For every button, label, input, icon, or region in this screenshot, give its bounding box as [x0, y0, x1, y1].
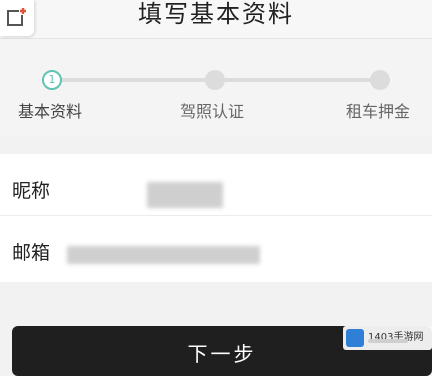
- watermark-subtext: [368, 339, 408, 343]
- step-label-basic-info: 基本资料: [18, 102, 83, 121]
- site-watermark: 1403手游网: [343, 326, 432, 350]
- email-label: 邮箱: [12, 242, 51, 264]
- email-row[interactable]: 邮箱: [0, 216, 432, 278]
- step-dot: [205, 70, 225, 90]
- step-dot: [370, 70, 390, 90]
- app-header: 填写基本资料: [0, 0, 432, 39]
- nickname-row[interactable]: 昵称: [0, 154, 432, 216]
- nickname-field-redacted[interactable]: [147, 182, 223, 208]
- step-label-license: 驾照认证: [180, 102, 245, 121]
- nickname-label: 昵称: [12, 180, 51, 202]
- profile-form: 昵称 邮箱: [0, 154, 432, 282]
- email-field-redacted[interactable]: [67, 246, 260, 264]
- step-label-deposit: 租车押金: [346, 102, 411, 121]
- step-dot-active: 1: [42, 70, 62, 90]
- watermark-logo-icon: [346, 329, 364, 347]
- page-title: 填写基本资料: [138, 0, 294, 28]
